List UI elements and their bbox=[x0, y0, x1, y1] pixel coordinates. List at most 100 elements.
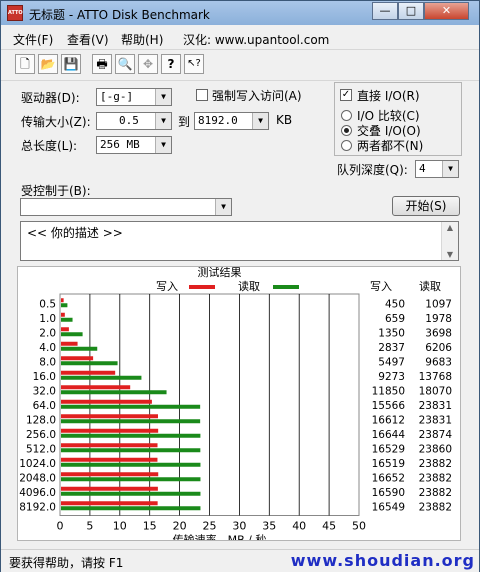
read-bar bbox=[61, 419, 201, 424]
read-value: 23882 bbox=[419, 458, 452, 470]
category-label: 512.0 bbox=[26, 443, 56, 455]
transfer-size-from-value: 0.5 bbox=[119, 114, 139, 127]
total-length-select[interactable]: 256 MB ▼ bbox=[96, 136, 172, 154]
controlled-by-select[interactable]: ▼ bbox=[20, 198, 232, 216]
context-help-icon[interactable]: ↖? bbox=[184, 54, 204, 74]
io-compare-radio[interactable] bbox=[341, 110, 352, 121]
write-value: 16590 bbox=[372, 487, 405, 499]
chevron-down-icon[interactable]: ▼ bbox=[155, 137, 171, 153]
write-value: 16549 bbox=[372, 501, 405, 513]
chevron-down-icon[interactable]: ▼ bbox=[155, 89, 171, 105]
chart-title: 测试结果 bbox=[198, 267, 242, 279]
write-bar bbox=[61, 370, 116, 375]
transfer-size-to-select[interactable]: 8192.0 ▼ bbox=[194, 112, 269, 130]
write-bar bbox=[61, 385, 131, 390]
transfer-unit-label: KB bbox=[276, 113, 293, 127]
menu-help[interactable]: 帮助(H) bbox=[121, 31, 163, 48]
category-label: 1.0 bbox=[39, 313, 56, 325]
read-bar bbox=[61, 491, 201, 496]
force-write-label: 强制写入访问(A) bbox=[212, 89, 302, 103]
transfer-size-from-select[interactable]: 0.5 ▼ bbox=[96, 112, 172, 130]
neither-label: 两者都不(N) bbox=[357, 139, 424, 153]
window-title: 无标题 - ATTO Disk Benchmark bbox=[29, 8, 210, 22]
write-value: 2837 bbox=[378, 342, 405, 354]
category-label: 256.0 bbox=[26, 429, 56, 441]
x-tick-label: 20 bbox=[173, 520, 187, 533]
watermark: www.shoudian.org bbox=[290, 551, 475, 570]
description-textarea[interactable]: << 你的描述 >> ▲ ▼ bbox=[20, 221, 459, 261]
drive-value: [-g-] bbox=[100, 90, 134, 103]
print-preview-icon[interactable]: 🔍 bbox=[115, 54, 135, 74]
save-icon[interactable]: 💾 bbox=[61, 54, 81, 74]
read-value: 9683 bbox=[425, 356, 452, 368]
chevron-down-icon[interactable]: ▼ bbox=[215, 199, 231, 215]
menu-localized-by[interactable]: 汉化: www.upantool.com bbox=[183, 31, 329, 48]
read-value: 1978 bbox=[425, 313, 452, 325]
write-value: 5497 bbox=[378, 356, 405, 368]
read-bar bbox=[61, 462, 201, 467]
scroll-up-icon[interactable]: ▲ bbox=[442, 223, 458, 232]
x-tick-label: 5 bbox=[86, 520, 93, 533]
overlapped-io-radio[interactable] bbox=[341, 125, 352, 136]
description-scrollbar[interactable]: ▲ ▼ bbox=[441, 222, 458, 260]
force-write-checkbox[interactable] bbox=[196, 89, 208, 101]
read-value: 23882 bbox=[419, 487, 452, 499]
x-tick-label: 50 bbox=[352, 520, 366, 533]
read-value: 18070 bbox=[419, 385, 452, 397]
scroll-down-icon[interactable]: ▼ bbox=[442, 250, 458, 259]
write-value: 16612 bbox=[372, 414, 405, 426]
write-bar bbox=[61, 486, 158, 491]
read-bar bbox=[61, 390, 167, 395]
write-value: 16652 bbox=[372, 472, 405, 484]
chevron-down-icon[interactable]: ▼ bbox=[155, 113, 171, 129]
chevron-down-icon[interactable]: ▼ bbox=[442, 161, 458, 177]
queue-depth-select[interactable]: 4 ▼ bbox=[415, 160, 459, 178]
help-icon[interactable]: ? bbox=[161, 54, 181, 74]
category-label: 8192.0 bbox=[19, 501, 56, 513]
read-value: 23882 bbox=[419, 501, 452, 513]
description-text: << 你的描述 >> bbox=[27, 226, 123, 240]
write-bar bbox=[61, 341, 78, 346]
transfer-to-label: 到 bbox=[178, 115, 191, 129]
read-bar bbox=[61, 361, 118, 366]
write-bar bbox=[61, 443, 158, 448]
write-bar bbox=[61, 298, 64, 303]
write-value: 16519 bbox=[372, 458, 405, 470]
neither-radio[interactable] bbox=[341, 140, 352, 151]
x-tick-label: 35 bbox=[262, 520, 276, 533]
read-bar bbox=[61, 303, 68, 308]
chevron-down-icon[interactable]: ▼ bbox=[252, 113, 268, 129]
queue-depth-label: 队列深度(Q): bbox=[337, 163, 408, 177]
move-icon[interactable]: ✥ bbox=[138, 54, 158, 74]
x-tick-label: 30 bbox=[232, 520, 246, 533]
write-bar bbox=[61, 428, 159, 433]
drive-select[interactable]: [-g-] ▼ bbox=[96, 88, 172, 106]
write-bar bbox=[61, 472, 159, 477]
write-value: 15566 bbox=[372, 400, 406, 412]
new-file-icon[interactable]: 🗋 bbox=[15, 54, 35, 74]
open-folder-icon[interactable]: 📂 bbox=[38, 54, 58, 74]
total-length-value: 256 MB bbox=[100, 138, 140, 151]
x-tick-label: 10 bbox=[113, 520, 127, 533]
transfer-size-label: 传输大小(Z): bbox=[21, 115, 91, 129]
print-icon[interactable]: 🖶 bbox=[92, 54, 112, 74]
start-button[interactable]: 开始(S) bbox=[392, 196, 460, 216]
read-bar bbox=[61, 433, 201, 438]
x-tick-label: 15 bbox=[143, 520, 157, 533]
read-bar bbox=[61, 506, 201, 511]
minimize-button[interactable]: — bbox=[372, 2, 398, 20]
menu-file[interactable]: 文件(F) bbox=[13, 31, 53, 48]
status-text: 要获得帮助，请按 F1 bbox=[9, 556, 124, 570]
x-tick-label: 25 bbox=[203, 520, 217, 533]
title-bar[interactable]: ATTO 无标题 - ATTO Disk Benchmark — □ ✕ bbox=[1, 1, 479, 25]
write-value: 450 bbox=[385, 298, 405, 310]
category-label: 8.0 bbox=[39, 356, 56, 368]
category-label: 4096.0 bbox=[19, 487, 56, 499]
read-bar bbox=[61, 317, 73, 322]
transfer-size-to-value: 8192.0 bbox=[198, 114, 238, 127]
category-label: 2.0 bbox=[39, 327, 56, 339]
close-button[interactable]: ✕ bbox=[424, 2, 469, 20]
menu-view[interactable]: 查看(V) bbox=[67, 31, 109, 48]
maximize-button[interactable]: □ bbox=[398, 2, 424, 20]
column-header-write: 写入 bbox=[370, 280, 392, 293]
